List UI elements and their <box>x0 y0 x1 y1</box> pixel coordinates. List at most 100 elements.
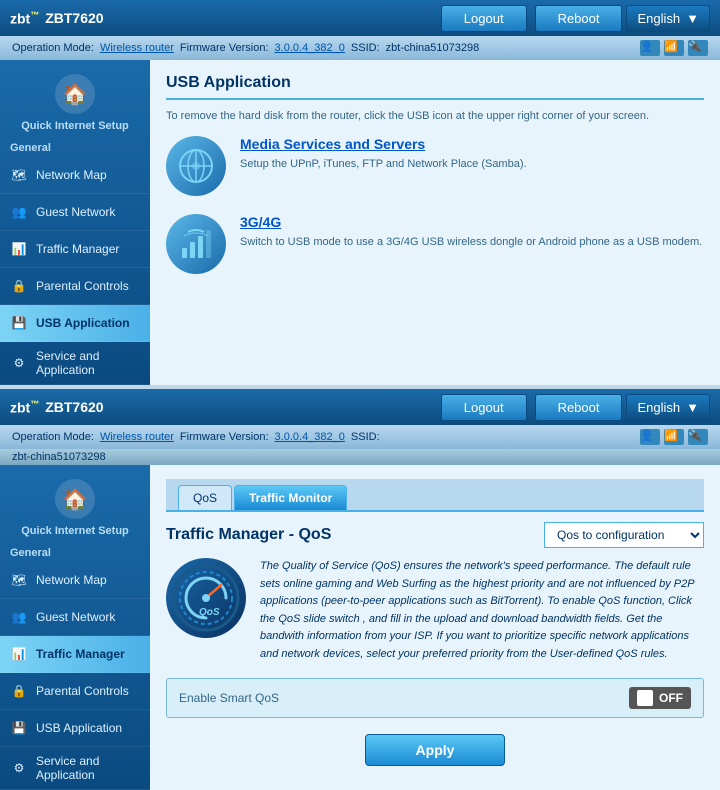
usb-application-label2: USB Application <box>36 721 122 735</box>
sidebar-item-traffic-manager2[interactable]: 📊 Traffic Manager <box>0 636 150 673</box>
3g4g-icon <box>166 214 226 274</box>
operation-mode-label: Operation Mode: <box>12 42 94 54</box>
guest-network-label2: Guest Network <box>36 610 115 624</box>
3g4g-title[interactable]: 3G/4G <box>240 214 702 230</box>
op-mode-value2[interactable]: Wireless router <box>100 431 174 443</box>
parental-controls-icon: 🔒 <box>8 275 30 297</box>
sidebar-item-network-map[interactable]: 🗺 Network Map <box>0 157 150 194</box>
wifi-icon: 📶 <box>664 40 684 56</box>
sidebar-item-guest-network[interactable]: 👥 Guest Network <box>0 194 150 231</box>
network-map-label2: Network Map <box>36 573 107 587</box>
usb-application-icon: 💾 <box>8 312 30 334</box>
usb-icon2[interactable]: 🔌 <box>688 429 708 445</box>
panel-usb-application: zbt™ ZBT7620 Logout Reboot English ▼ Ope… <box>0 0 720 385</box>
chevron-down-icon: ▼ <box>686 11 699 26</box>
globe-icon <box>178 148 214 184</box>
service-application-label: Service and Application <box>36 349 142 377</box>
info-icons-group2: 👤 📶 🔌 <box>640 429 708 445</box>
logo2: zbt™ <box>10 399 39 416</box>
sidebar-item-parental-controls2[interactable]: 🔒 Parental Controls <box>0 673 150 710</box>
3g4g-desc: Switch to USB mode to use a 3G/4G USB wi… <box>240 234 702 251</box>
apply-button[interactable]: Apply <box>365 734 506 766</box>
guest-network-label: Guest Network <box>36 205 115 219</box>
quick-setup-label2: Quick Internet Setup <box>8 525 142 537</box>
traffic-manager-label: Traffic Manager <box>36 242 119 256</box>
chevron-down-icon2: ▼ <box>686 400 699 415</box>
panel-traffic-manager: zbt™ ZBT7620 Logout Reboot English ▼ Ope… <box>0 389 720 790</box>
quick-internet-setup2[interactable]: 🏠 Quick Internet Setup <box>0 465 150 541</box>
tm-page-title: Traffic Manager - QoS <box>166 526 331 544</box>
parental-controls-icon2: 🔒 <box>8 680 30 702</box>
general-section-label2: General <box>0 541 150 562</box>
language-selector2[interactable]: English ▼ <box>626 394 710 421</box>
sidebar-item-usb-application[interactable]: 💾 USB Application <box>0 305 150 342</box>
toggle-knob <box>637 690 653 706</box>
media-services-item: Media Services and Servers Setup the UPn… <box>166 136 704 196</box>
main-content-panel2: QoS Traffic Monitor Traffic Manager - Qo… <box>150 465 720 790</box>
page-title-usb: USB Application <box>166 74 704 100</box>
network-map-icon2: 🗺 <box>8 569 30 591</box>
service-application-label2: Service and Application <box>36 754 142 782</box>
ssid-value2[interactable]: zbt-china51073298 <box>12 451 106 463</box>
body-layout2: 🏠 Quick Internet Setup General 🗺 Network… <box>0 465 720 790</box>
logout-button[interactable]: Logout <box>441 5 527 32</box>
sidebar-item-usb-application2[interactable]: 💾 USB Application <box>0 710 150 747</box>
network-map-label: Network Map <box>36 168 107 182</box>
firmware-label: Firmware Version: <box>180 42 269 54</box>
main-content-panel1: USB Application To remove the hard disk … <box>150 60 720 385</box>
logo: zbt™ <box>10 10 39 27</box>
tab-qos[interactable]: QoS <box>178 485 232 510</box>
apply-button-row: Apply <box>166 730 704 770</box>
quick-internet-setup[interactable]: 🏠 Quick Internet Setup <box>0 60 150 136</box>
firmware-value[interactable]: 3.0.0.4_382_0 <box>275 42 345 54</box>
media-services-content: Media Services and Servers Setup the UPn… <box>240 136 527 173</box>
service-application-icon2: ⚙ <box>8 757 30 779</box>
traffic-manager-icon2: 📊 <box>8 643 30 665</box>
sidebar-item-service-application2[interactable]: ⚙ Service and Application <box>0 747 150 790</box>
smart-qos-toggle[interactable]: OFF <box>629 687 691 709</box>
language-selector[interactable]: English ▼ <box>626 5 710 32</box>
info-bar2: Operation Mode: Wireless router Firmware… <box>0 425 720 449</box>
toggle-label: OFF <box>659 691 683 705</box>
guest-network-icon2: 👥 <box>8 606 30 628</box>
logout-button2[interactable]: Logout <box>441 394 527 421</box>
smart-qos-label: Enable Smart QoS <box>179 691 629 705</box>
info-bar: Operation Mode: Wireless router Firmware… <box>0 36 720 60</box>
users-icon: 👤 <box>640 40 660 56</box>
quick-setup-label: Quick Internet Setup <box>8 120 142 132</box>
model-name: ZBT7620 <box>45 10 103 26</box>
sidebar-item-parental-controls[interactable]: 🔒 Parental Controls <box>0 268 150 305</box>
tabs-row: QoS Traffic Monitor <box>166 479 704 512</box>
reboot-button2[interactable]: Reboot <box>535 394 623 421</box>
users-icon2: 👤 <box>640 429 660 445</box>
header-bottom: zbt™ ZBT7620 Logout Reboot English ▼ <box>0 389 720 425</box>
ssid-label: SSID: <box>351 42 380 54</box>
tab-traffic-monitor[interactable]: Traffic Monitor <box>234 485 347 510</box>
3g4g-item: 3G/4G Switch to USB mode to use a 3G/4G … <box>166 214 704 274</box>
traffic-manager-icon: 📊 <box>8 238 30 260</box>
sidebar-panel1: 🏠 Quick Internet Setup General 🗺 Network… <box>0 60 150 385</box>
reboot-button[interactable]: Reboot <box>535 5 623 32</box>
signal-icon <box>178 226 214 262</box>
sidebar-item-traffic-manager[interactable]: 📊 Traffic Manager <box>0 231 150 268</box>
media-services-title[interactable]: Media Services and Servers <box>240 136 527 152</box>
sidebar-item-network-map2[interactable]: 🗺 Network Map <box>0 562 150 599</box>
traffic-manager-label2: Traffic Manager <box>36 647 125 661</box>
fw-value2[interactable]: 3.0.0.4_382_0 <box>275 431 345 443</box>
service-application-icon: ⚙ <box>8 352 30 374</box>
tm-header-row: Traffic Manager - QoS Qos to configurati… <box>166 522 704 548</box>
operation-mode-value[interactable]: Wireless router <box>100 42 174 54</box>
qos-circular-icon: QoS <box>166 558 246 638</box>
3g4g-content: 3G/4G Switch to USB mode to use a 3G/4G … <box>240 214 702 251</box>
ssid-value: zbt-china51073298 <box>386 42 480 54</box>
usb-icon[interactable]: 🔌 <box>688 40 708 56</box>
parental-controls-label: Parental Controls <box>36 279 129 293</box>
sidebar-item-service-application[interactable]: ⚙ Service and Application <box>0 342 150 385</box>
qos-gauge-icon: QoS <box>171 563 241 633</box>
page-description: To remove the hard disk from the router,… <box>166 110 704 122</box>
qos-config-dropdown[interactable]: Qos to configuration Manual <box>544 522 704 548</box>
qos-description-area: QoS The Quality of Service (QoS) ensures… <box>166 558 704 664</box>
sidebar-item-guest-network2[interactable]: 👥 Guest Network <box>0 599 150 636</box>
model-name2: ZBT7620 <box>45 399 103 415</box>
guest-network-icon: 👥 <box>8 201 30 223</box>
